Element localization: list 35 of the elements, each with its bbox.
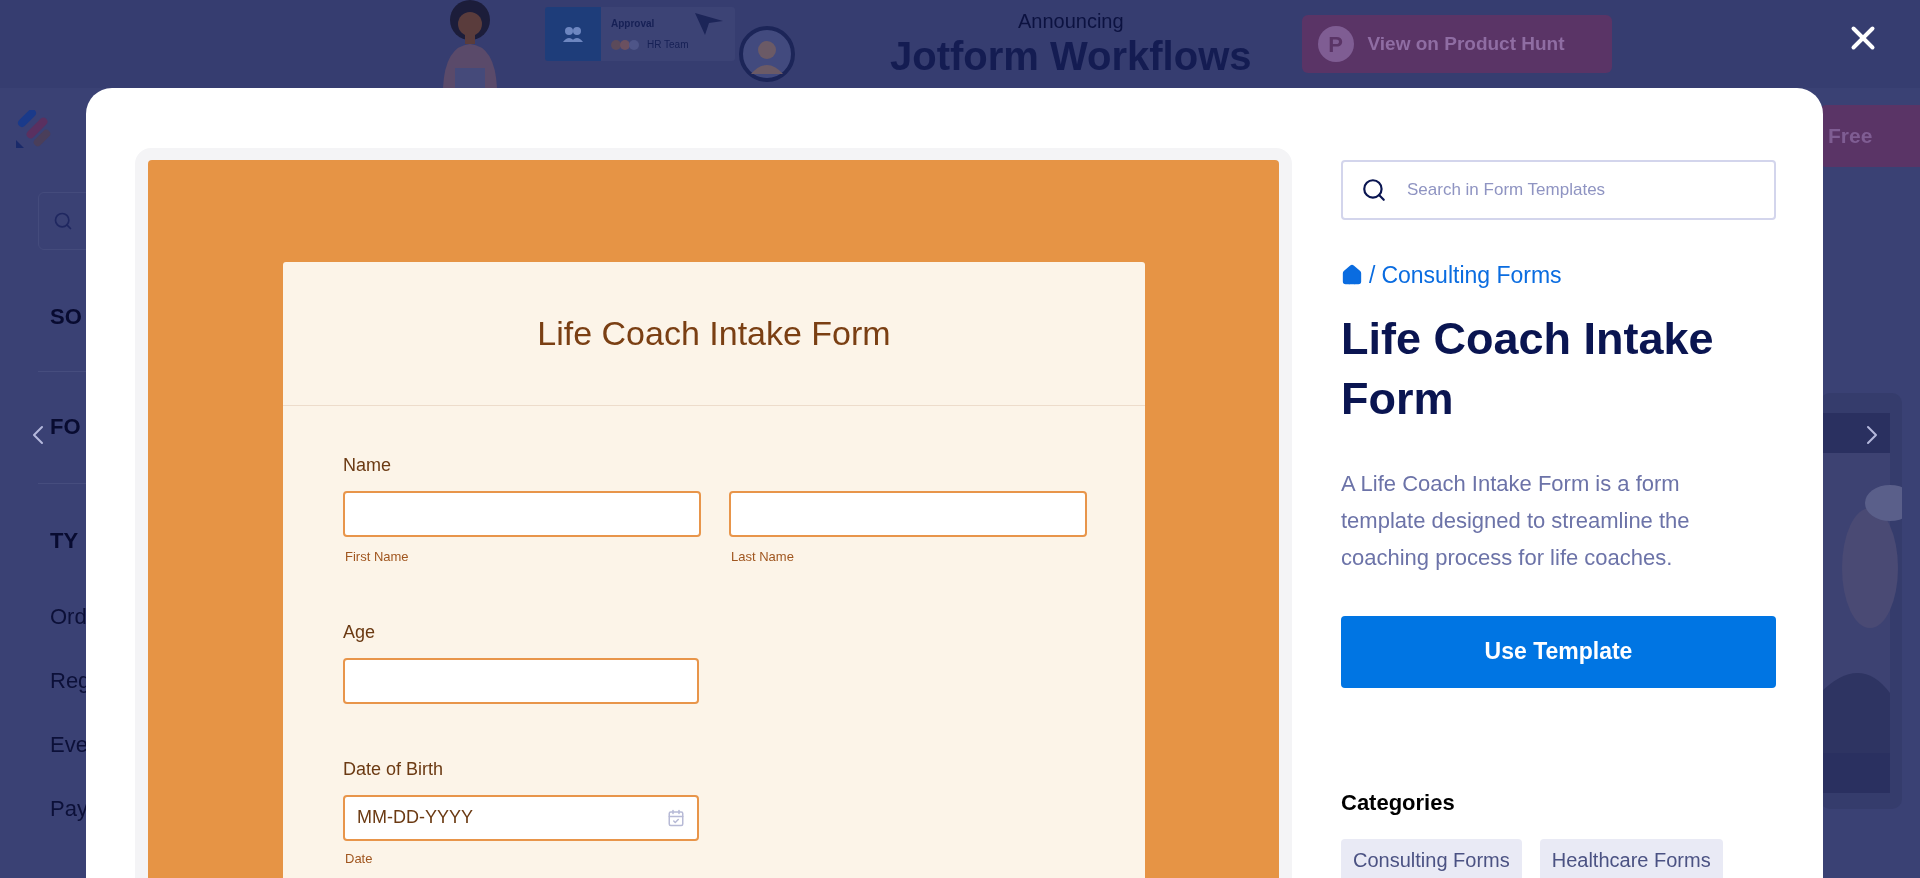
- sidebar-heading: FO: [50, 413, 82, 441]
- text-field[interactable]: [343, 657, 699, 704]
- sidebar-item[interactable]: Pay: [50, 795, 86, 823]
- template-title: Life Coach Intake Form: [1341, 311, 1715, 426]
- date-input[interactable]: MM-DD-YYYY: [357, 804, 617, 831]
- cursor-icon: [695, 13, 723, 35]
- sidebar-heading: TY: [50, 527, 80, 555]
- template-search-field[interactable]: Search in Form Templates: [1341, 160, 1776, 220]
- use-template-button[interactable]: Use Template: [1341, 615, 1776, 688]
- sidebar-item[interactable]: Eve: [50, 731, 86, 759]
- sidebar-heading: SO: [50, 303, 83, 331]
- sidebar-item[interactable]: Ord: [50, 603, 86, 631]
- text-field[interactable]: [729, 491, 1087, 537]
- field-label: Age: [343, 620, 377, 644]
- breadcrumb-separator: /: [1369, 261, 1376, 290]
- field-sublabel: Last Name: [731, 548, 795, 566]
- search-input[interactable]: Search in Form Templates: [1407, 177, 1774, 203]
- search-icon: [53, 211, 73, 231]
- category-tag[interactable]: Healthcare Forms: [1539, 838, 1723, 878]
- template-description: A Life Coach Intake Form is a form template designed to streamline the coaching process for life coaches.: [1341, 469, 1691, 572]
- avatars-icon: [611, 38, 641, 51]
- date-field[interactable]: MM-DD-YYYY: [343, 794, 699, 841]
- home-icon[interactable]: [1341, 264, 1363, 287]
- search-icon: [1361, 177, 1387, 203]
- field-label: Date of Birth: [343, 757, 445, 781]
- form-title: Life Coach Intake Form: [537, 313, 891, 354]
- avatar-icon: [739, 26, 795, 82]
- people-icon: [562, 25, 584, 43]
- category-tag[interactable]: Consulting Forms: [1341, 838, 1522, 878]
- text-field[interactable]: [343, 491, 701, 537]
- field-sublabel: First Name: [345, 548, 410, 566]
- categories-heading: Categories: [1341, 788, 1456, 817]
- field-sublabel: Date: [345, 849, 374, 868]
- breadcrumb-link[interactable]: Consulting Forms: [1381, 258, 1562, 293]
- field-label: Name: [343, 454, 392, 477]
